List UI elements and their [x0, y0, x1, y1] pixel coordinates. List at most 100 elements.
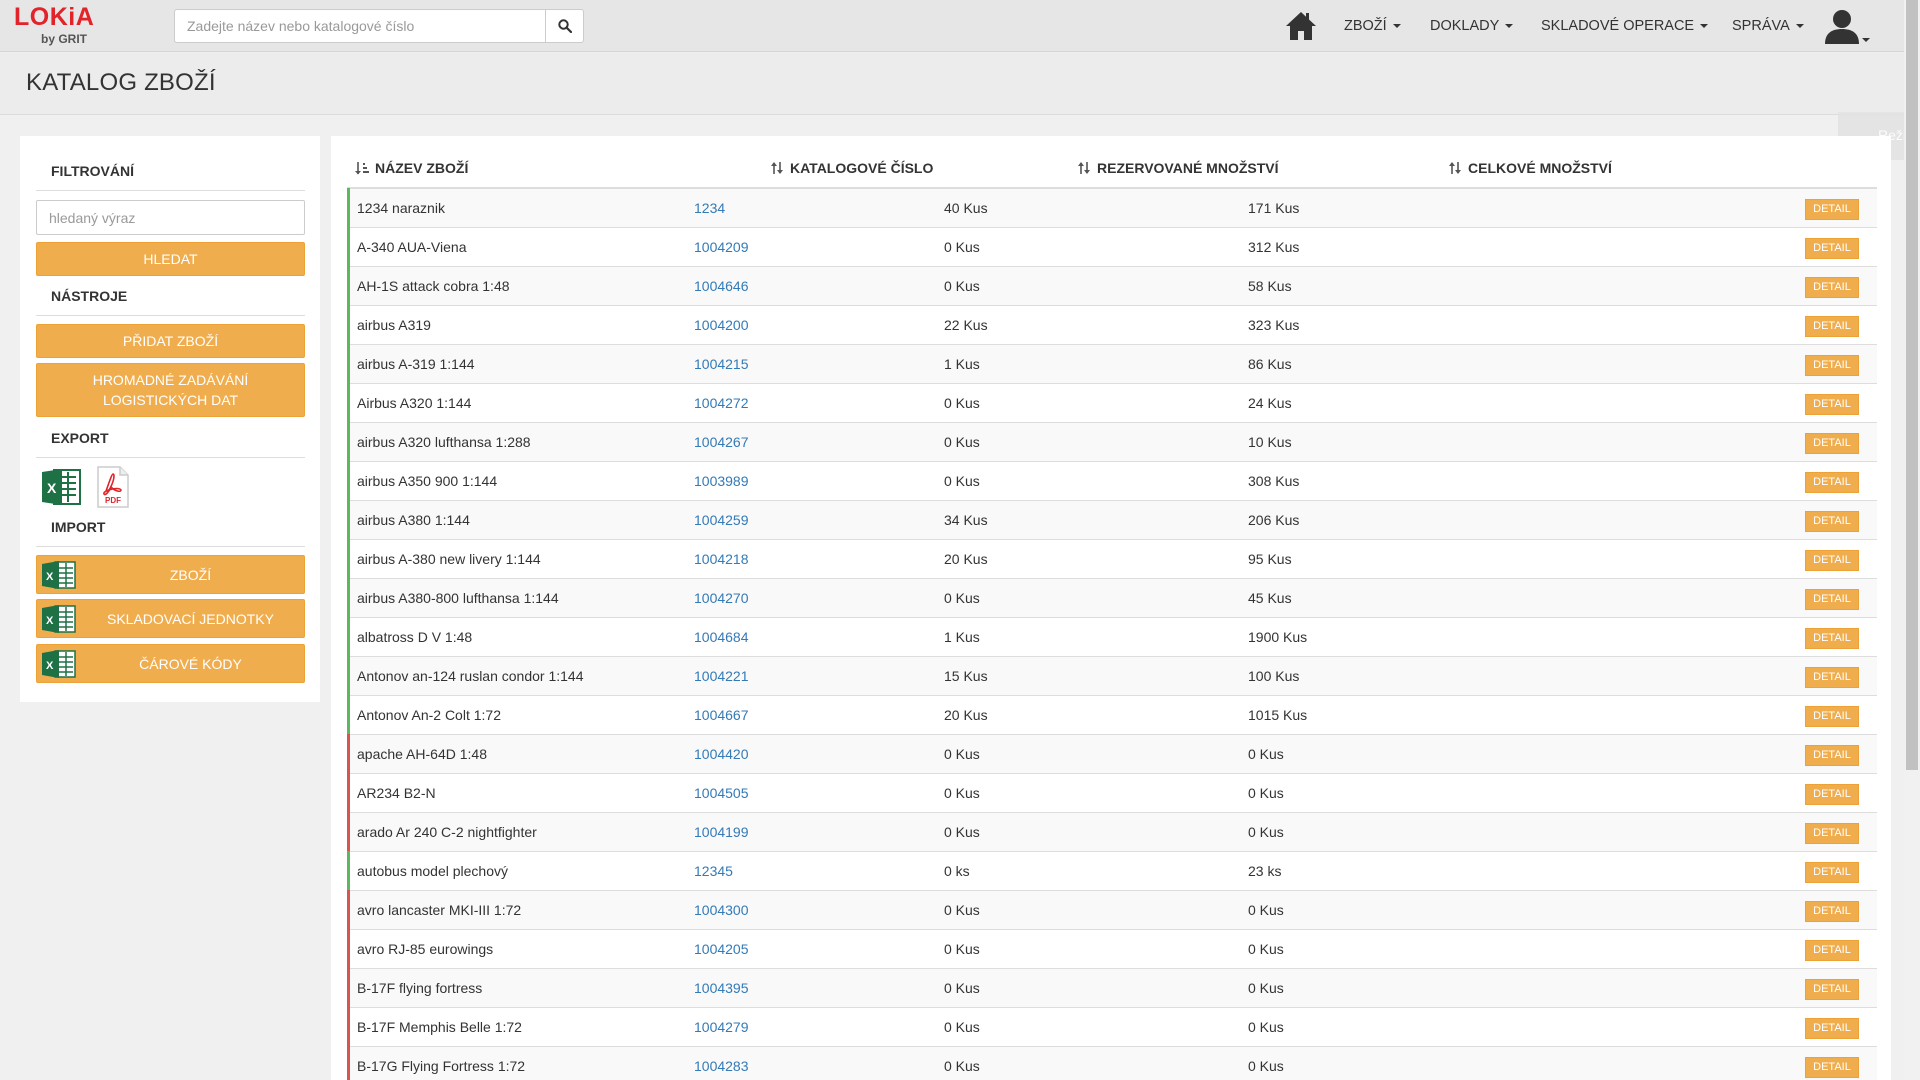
detail-button[interactable]: DETAIL [1805, 823, 1859, 844]
catalog-number-link[interactable]: 1004205 [694, 941, 749, 957]
detail-button[interactable]: DETAIL [1805, 1018, 1859, 1039]
catalog-number-link[interactable]: 1004209 [694, 239, 749, 255]
chevron-down-icon [1700, 24, 1709, 28]
catalog-number-link[interactable]: 1004279 [694, 1019, 749, 1035]
detail-button[interactable]: DETAIL [1805, 472, 1859, 493]
add-goods-button[interactable]: PŘIDAT ZBOŽÍ [36, 324, 305, 358]
catalog-number-link[interactable]: 1004259 [694, 512, 749, 528]
table-row[interactable]: avro RJ-85 eurowings 1004205 0 Kus 0 Kus DET… [347, 929, 1877, 969]
total-quantity: 0 Kus [1248, 824, 1284, 840]
catalog-number-link[interactable]: 1004221 [694, 668, 749, 684]
export-excel-button[interactable]: X [40, 466, 82, 508]
user-menu[interactable] [1822, 8, 1870, 46]
product-name: Antonov an-124 ruslan condor 1:144 [357, 668, 584, 684]
detail-button[interactable]: DETAIL [1805, 433, 1859, 454]
detail-button[interactable]: DETAIL [1805, 394, 1859, 415]
table-row[interactable]: airbus A-380 new livery 1:144 1004218 20 K… [347, 539, 1877, 579]
total-quantity: 24 Kus [1248, 395, 1292, 411]
catalog-number-link[interactable]: 1004199 [694, 824, 749, 840]
bulk-logistics-button[interactable]: HROMADNÉ ZADÁVÁNÍ LOGISTICKÝCH DAT [36, 363, 305, 417]
table-row[interactable]: Antonov an-124 ruslan condor 1:144 100422… [347, 656, 1877, 696]
table-row[interactable]: airbus A320 lufthansa 1:288 1004267 0 Kus 1… [347, 422, 1877, 462]
table-row[interactable]: arado Ar 240 C-2 nightfighter 1004199 0 Ku… [347, 812, 1877, 852]
table-row[interactable]: airbus A350 900 1:144 1003989 0 Kus 308 Kus… [347, 461, 1877, 501]
detail-button[interactable]: DETAIL [1805, 238, 1859, 259]
detail-button[interactable]: DETAIL [1805, 316, 1859, 337]
detail-button[interactable]: DETAIL [1805, 979, 1859, 1000]
filter-input[interactable] [36, 200, 305, 235]
reserved-quantity: 1 Kus [944, 356, 980, 372]
catalog-number-link[interactable]: 1004646 [694, 278, 749, 294]
table-row[interactable]: B-17G Flying Fortress 1:72 1004283 0 Kus 0 … [347, 1046, 1877, 1080]
table-row[interactable]: AR234 B2-N 1004505 0 Kus 0 Kus DETAIL [347, 773, 1877, 813]
detail-button[interactable]: DETAIL [1805, 862, 1859, 883]
catalog-number-link[interactable]: 1004270 [694, 590, 749, 606]
catalog-number-link[interactable]: 1004267 [694, 434, 749, 450]
product-name: B-17F flying fortress [357, 980, 483, 996]
table-row[interactable]: airbus A319 1004200 22 Kus 323 Kus DETAIL [347, 305, 1877, 345]
detail-button[interactable]: DETAIL [1805, 511, 1859, 532]
search-button[interactable] [545, 9, 584, 43]
import-goods-button[interactable]: X ZBOŽÍ [36, 555, 305, 594]
nav-menu-goods[interactable]: ZBOŽÍ [1344, 0, 1401, 52]
table-row[interactable]: Airbus A320 1:144 1004272 0 Kus 24 Kus DETAI… [347, 383, 1877, 423]
catalog-number-link[interactable]: 1004272 [694, 395, 749, 411]
import-barcodes-button[interactable]: X ČÁROVÉ KÓDY [36, 644, 305, 683]
catalog-number-link[interactable]: 1003989 [694, 473, 749, 489]
catalog-number-link[interactable]: 1004505 [694, 785, 749, 801]
detail-button[interactable]: DETAIL [1805, 199, 1859, 220]
catalog-number-link[interactable]: 1234 [694, 200, 725, 216]
detail-button[interactable]: DETAIL [1805, 940, 1859, 961]
table-row[interactable]: airbus A380 1:144 1004259 34 Kus 206 Kus DET… [347, 500, 1877, 540]
table-row[interactable]: 1234 naraznik 1234 40 Kus 171 Kus DETAIL [347, 188, 1877, 228]
detail-button[interactable]: DETAIL [1805, 706, 1859, 727]
detail-button[interactable]: DETAIL [1805, 901, 1859, 922]
app-logo[interactable]: LOKiA by GRIT [14, 3, 104, 47]
table-row[interactable]: autobus model plechový 12345 0 ks 23 ks DETA… [347, 851, 1877, 891]
table-row[interactable]: B-17F Memphis Belle 1:72 1004279 0 Kus 0 Ku… [347, 1007, 1877, 1047]
detail-button[interactable]: DETAIL [1805, 355, 1859, 376]
search-filter-button[interactable]: HLEDAT [36, 242, 305, 276]
detail-button[interactable]: DETAIL [1805, 1057, 1859, 1078]
catalog-number-link[interactable]: 1004283 [694, 1058, 749, 1074]
excel-icon: X [42, 605, 76, 633]
scrollbar-thumb[interactable] [1906, 0, 1918, 770]
table-row[interactable]: avro lancaster MKI-III 1:72 1004300 0 Kus 0… [347, 890, 1877, 930]
table-row[interactable]: AH-1S attack cobra 1:48 1004646 0 Kus 58 Ku… [347, 266, 1877, 306]
catalog-number-link[interactable]: 1004395 [694, 980, 749, 996]
catalog-number-link[interactable]: 1004200 [694, 317, 749, 333]
catalog-number-link[interactable]: 1004420 [694, 746, 749, 762]
catalog-number-link[interactable]: 1004218 [694, 551, 749, 567]
column-header-total[interactable]: CELKOVÉ MNOŽSTVÍ [1448, 160, 1612, 176]
table-row[interactable]: albatross D V 1:48 1004684 1 Kus 1900 Kus DE… [347, 617, 1877, 657]
column-header-name[interactable]: NÁZEV ZBOŽÍ [355, 160, 468, 176]
detail-button[interactable]: DETAIL [1805, 550, 1859, 571]
export-pdf-button[interactable]: PDF [92, 466, 134, 508]
nav-menu-documents[interactable]: DOKLADY [1430, 0, 1514, 52]
column-header-catalog[interactable]: KATALOGOVÉ ČÍSLO [770, 160, 933, 176]
column-header-reserved[interactable]: REZERVOVANÉ MNOŽSTVÍ [1077, 160, 1279, 176]
product-name: airbus A-380 new livery 1:144 [357, 551, 541, 567]
nav-menu-administration[interactable]: SPRÁVA [1732, 0, 1804, 52]
catalog-number-link[interactable]: 1004684 [694, 629, 749, 645]
import-storage-units-button[interactable]: X SKLADOVACÍ JEDNOTKY [36, 599, 305, 638]
detail-button[interactable]: DETAIL [1805, 784, 1859, 805]
table-row[interactable]: Antonov An-2 Colt 1:72 1004667 20 Kus 1015 … [347, 695, 1877, 735]
table-row[interactable]: airbus A380-800 lufthansa 1:144 1004270 0 … [347, 578, 1877, 618]
search-input[interactable] [174, 9, 545, 43]
catalog-number-link[interactable]: 1004300 [694, 902, 749, 918]
detail-button[interactable]: DETAIL [1805, 628, 1859, 649]
detail-button[interactable]: DETAIL [1805, 667, 1859, 688]
catalog-number-link[interactable]: 1004667 [694, 707, 749, 723]
detail-button[interactable]: DETAIL [1805, 745, 1859, 766]
table-row[interactable]: apache AH-64D 1:48 1004420 0 Kus 0 Kus DETAI… [347, 734, 1877, 774]
catalog-number-link[interactable]: 1004215 [694, 356, 749, 372]
detail-button[interactable]: DETAIL [1805, 277, 1859, 298]
catalog-number-link[interactable]: 12345 [694, 863, 733, 879]
table-row[interactable]: B-17F flying fortress 1004395 0 Kus 0 Kus DE… [347, 968, 1877, 1008]
home-button[interactable] [1284, 10, 1318, 42]
detail-button[interactable]: DETAIL [1805, 589, 1859, 610]
table-row[interactable]: airbus A-319 1:144 1004215 1 Kus 86 Kus DETA… [347, 344, 1877, 384]
nav-menu-warehouse-operations[interactable]: SKLADOVÉ OPERACE [1541, 0, 1709, 52]
table-row[interactable]: A-340 AUA-Viena 1004209 0 Kus 312 Kus DETAIL [347, 227, 1877, 267]
